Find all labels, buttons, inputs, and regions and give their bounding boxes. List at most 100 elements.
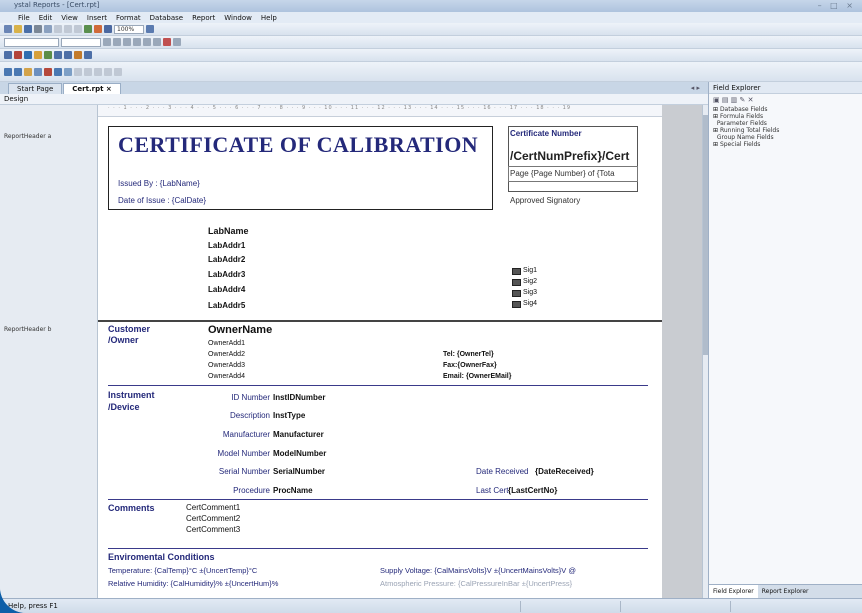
- owner-tel-field[interactable]: Tel: {OwnerTel}: [443, 351, 494, 358]
- tree-item-parameter[interactable]: Parameter Fields: [713, 120, 862, 127]
- temperature-field[interactable]: Temperature: {CalTemp}°C ±{UncertTemp}°C: [108, 566, 257, 575]
- supply-voltage-field[interactable]: Supply Voltage: {CalMainsVolts}V ±{Uncer…: [380, 566, 576, 575]
- cert-number-label[interactable]: Certificate Number: [510, 129, 582, 138]
- nav-first-icon[interactable]: [74, 67, 82, 76]
- align-left-icon[interactable]: [133, 38, 141, 46]
- serial-number-field[interactable]: SerialNumber: [273, 467, 325, 476]
- save-icon[interactable]: [24, 25, 32, 33]
- section-label-rhb[interactable]: ReportHeader b: [4, 326, 51, 333]
- comment3-field[interactable]: CertComment3: [186, 525, 240, 534]
- page-info-field[interactable]: Page {Page Number} of {Tota: [510, 169, 615, 178]
- tab-nav-icon[interactable]: ◂ ▸: [691, 84, 700, 92]
- lab-addr2-field[interactable]: LabAddr2: [208, 255, 245, 264]
- report-canvas[interactable]: · · · 1 · · · 2 · · · 3 · · · 4 · · · 5 …: [98, 105, 702, 598]
- owner-email-field[interactable]: Email: {OwnerEMail}: [443, 373, 511, 380]
- insert-crosstab-icon[interactable]: [34, 51, 42, 59]
- menu-insert[interactable]: Insert: [87, 14, 107, 22]
- underline-icon[interactable]: [123, 38, 131, 46]
- database-expert-icon[interactable]: [34, 67, 42, 76]
- find-icon[interactable]: [104, 25, 112, 33]
- lab-addr1-field[interactable]: LabAddr1: [208, 241, 245, 250]
- lab-addr5-field[interactable]: LabAddr5: [208, 301, 245, 310]
- insert-line-icon[interactable]: [54, 51, 62, 59]
- env-conditions-title[interactable]: Enviromental Conditions: [108, 552, 215, 562]
- lab-name-field[interactable]: LabName: [208, 226, 249, 236]
- tree-item-special[interactable]: ⊞ Special Fields: [713, 141, 862, 148]
- size-select[interactable]: [61, 37, 101, 47]
- preview-icon[interactable]: [44, 25, 52, 33]
- insert-subreport-icon[interactable]: [44, 51, 52, 59]
- lab-addr4-field[interactable]: LabAddr4: [208, 285, 245, 294]
- zoom-select[interactable]: 100%: [114, 24, 144, 34]
- lab-addr3-field[interactable]: LabAddr3: [208, 270, 245, 279]
- record-sort-icon[interactable]: [44, 67, 52, 76]
- paste-icon[interactable]: [74, 25, 82, 33]
- border-icon[interactable]: [173, 38, 181, 46]
- menu-database[interactable]: Database: [150, 14, 183, 22]
- italic-icon[interactable]: [113, 38, 121, 46]
- menu-file[interactable]: File: [18, 14, 30, 22]
- group-expert-icon[interactable]: [54, 67, 62, 76]
- section-expert-icon[interactable]: [14, 67, 22, 76]
- cut-icon[interactable]: [54, 25, 62, 33]
- tab-field-explorer[interactable]: Field Explorer: [709, 585, 758, 598]
- cert-number-field[interactable]: /CertNumPrefix}/Cert: [510, 149, 629, 163]
- window-controls[interactable]: – □ ×: [818, 1, 856, 10]
- serial-number-label[interactable]: Serial Number: [219, 467, 270, 476]
- font-color-icon[interactable]: [163, 38, 171, 46]
- font-select[interactable]: [4, 37, 59, 47]
- issued-by-field[interactable]: Issued By : {LabName}: [118, 179, 200, 188]
- comment1-field[interactable]: CertComment1: [186, 503, 240, 512]
- last-cert-label[interactable]: Last Cert: [476, 486, 508, 495]
- insert-group-icon[interactable]: [14, 51, 22, 59]
- insert-picture-icon[interactable]: [74, 51, 82, 59]
- description-label[interactable]: Description: [230, 411, 270, 420]
- comments-label[interactable]: Comments: [108, 503, 155, 513]
- id-number-label[interactable]: ID Number: [231, 393, 270, 402]
- sig1-image[interactable]: [512, 268, 521, 275]
- tree-item-database[interactable]: ⊞ Database Fields: [713, 106, 862, 113]
- procedure-label[interactable]: Procedure: [233, 486, 270, 495]
- owner-name-field[interactable]: OwnerName: [208, 324, 272, 336]
- model-number-field[interactable]: ModelNumber: [273, 449, 326, 458]
- manufacturer-label[interactable]: Manufacturer: [223, 430, 270, 439]
- date-received-label[interactable]: Date Received: [476, 467, 528, 476]
- sig4-image[interactable]: [512, 301, 521, 308]
- tab-report-explorer[interactable]: Report Explorer: [758, 585, 813, 598]
- approved-signatory-label[interactable]: Approved Signatory: [510, 196, 580, 205]
- pressure-field[interactable]: Atmospheric Pressure: {CalPressureInBar …: [380, 579, 572, 588]
- bold-icon[interactable]: [103, 38, 111, 46]
- template-icon[interactable]: [64, 67, 72, 76]
- id-number-field[interactable]: InstIDNumber: [273, 393, 325, 402]
- instrument-label[interactable]: Instrument: [108, 390, 155, 400]
- tree-item-formula[interactable]: ⊞ Formula Fields: [713, 113, 862, 120]
- select-expert-icon[interactable]: [4, 67, 12, 76]
- tab-start-page[interactable]: Start Page: [8, 83, 63, 94]
- sig3-image[interactable]: [512, 290, 521, 297]
- comment2-field[interactable]: CertComment2: [186, 514, 240, 523]
- copy-icon[interactable]: [64, 25, 72, 33]
- description-field[interactable]: InstType: [273, 411, 305, 420]
- nav-last-icon[interactable]: [104, 67, 112, 76]
- manufacturer-field[interactable]: Manufacturer: [273, 430, 324, 439]
- refresh-icon[interactable]: [114, 67, 122, 76]
- owner-add2-field[interactable]: OwnerAdd2: [208, 351, 245, 358]
- menu-window[interactable]: Window: [224, 14, 252, 22]
- owner-add1-field[interactable]: OwnerAdd1: [208, 340, 245, 347]
- customer-label[interactable]: Customer: [108, 324, 150, 334]
- insert-field-icon[interactable]: [84, 25, 92, 33]
- design-label[interactable]: Design: [4, 95, 28, 103]
- align-right-icon[interactable]: [153, 38, 161, 46]
- new-icon[interactable]: [4, 25, 12, 33]
- humidity-field[interactable]: Relative Humidity: {CalHumidity}% ±{Unce…: [108, 579, 278, 588]
- field-explorer-toolbar[interactable]: ▣ ▤ ▥ ✎ ✕: [709, 94, 862, 106]
- sig2-image[interactable]: [512, 279, 521, 286]
- insert-box-icon[interactable]: [64, 51, 72, 59]
- tree-item-running-total[interactable]: ⊞ Running Total Fields: [713, 127, 862, 134]
- insert-text-icon[interactable]: [4, 51, 12, 59]
- section-label-rha[interactable]: ReportHeader a: [4, 133, 51, 140]
- formula-icon[interactable]: [24, 67, 32, 76]
- menu-report[interactable]: Report: [192, 14, 215, 22]
- date-of-issue-field[interactable]: Date of Issue : {CalDate}: [118, 196, 206, 205]
- model-number-label[interactable]: Model Number: [218, 449, 270, 458]
